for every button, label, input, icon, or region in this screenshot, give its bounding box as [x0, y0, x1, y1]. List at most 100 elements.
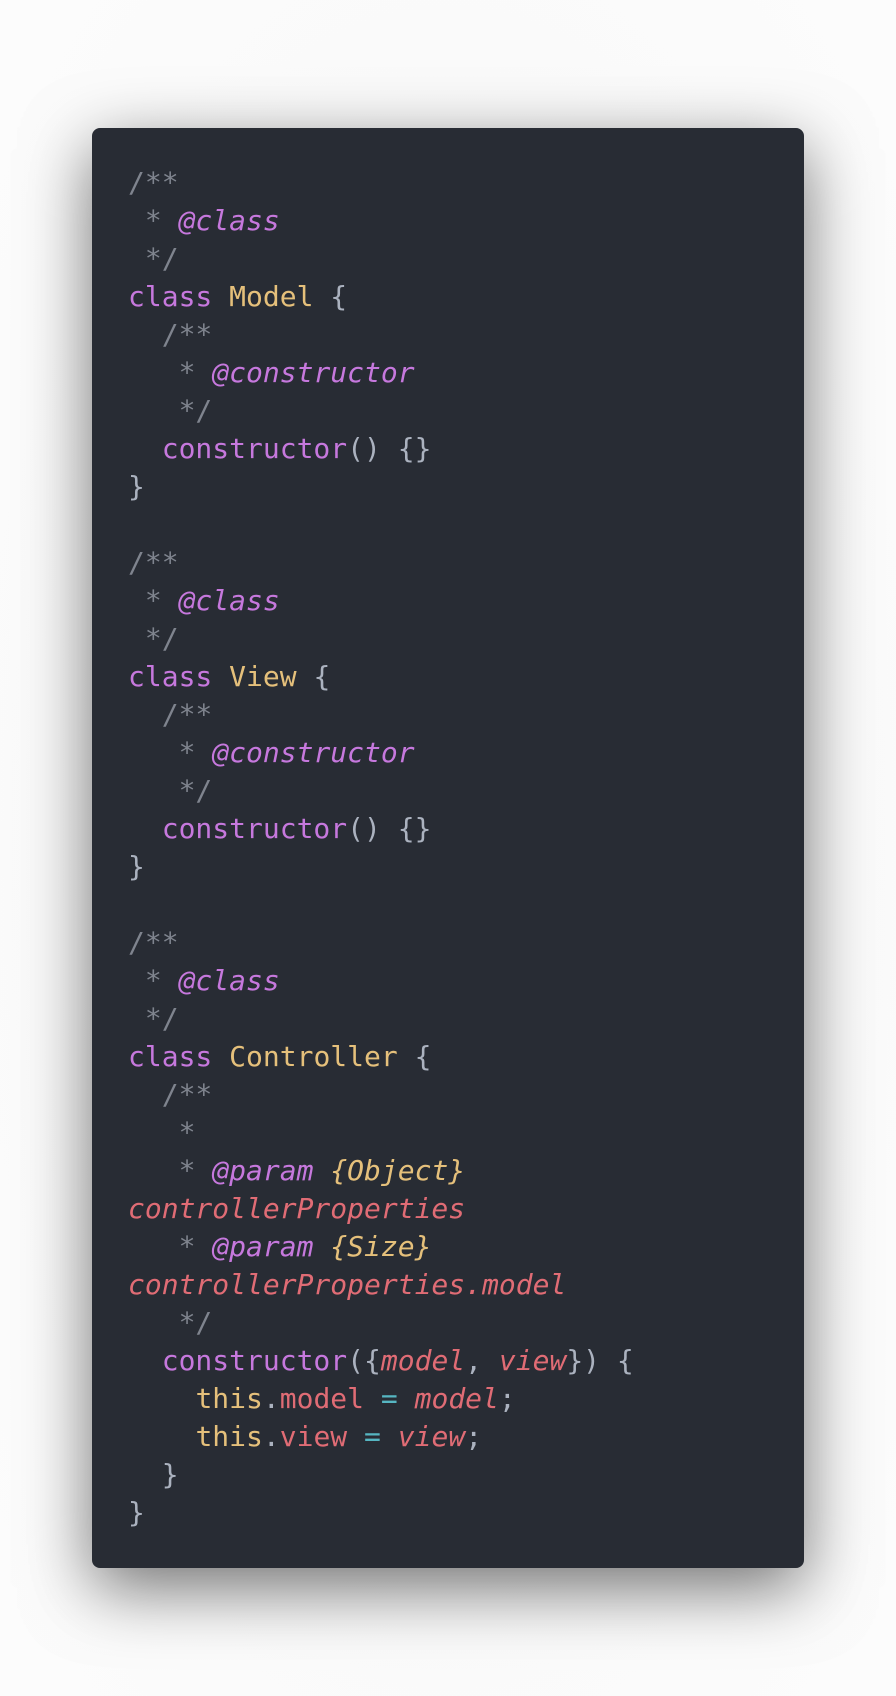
code-token-punct: } [128, 1458, 179, 1491]
code-line: /** [128, 1076, 804, 1114]
code-line: * @class [128, 962, 804, 1000]
code-token-op: = [364, 1420, 381, 1453]
code-token-keyword: class [128, 660, 213, 693]
code-token-doctag: @constructor [212, 736, 415, 769]
code-token-punct: . [262, 1420, 280, 1453]
code-line: * @param {Object} [128, 1152, 804, 1190]
code-token-comment [313, 1230, 330, 1263]
code-token-comment: * [128, 356, 213, 389]
code-token-comment: * [128, 204, 179, 237]
code-token-param: view [498, 1344, 567, 1377]
code-token-this: this [195, 1420, 263, 1453]
code-token-punct: } [128, 850, 145, 883]
code-line: /** [128, 544, 804, 582]
code-line: /** [128, 924, 804, 962]
code-token-doctag: @class [178, 584, 280, 617]
code-token-comment: /** [128, 166, 179, 199]
code-token-comment: /** [128, 318, 213, 351]
code-line: class Model { [128, 278, 804, 316]
code-token-punct: { [397, 1040, 432, 1073]
code-line: */ [128, 1000, 804, 1038]
code-line: * @class [128, 202, 804, 240]
code-token-punct: { [296, 660, 331, 693]
code-line: */ [128, 240, 804, 278]
code-token-docname: controllerProperties [128, 1192, 466, 1225]
code-line: * @param {Size} [128, 1228, 804, 1266]
code-token-comment: * [128, 1230, 213, 1263]
code-token-classname: View [229, 660, 297, 693]
code-line: */ [128, 620, 804, 658]
code-token-this: this [195, 1382, 263, 1415]
code-token-comment: */ [128, 622, 179, 655]
code-token-comment: * [128, 1154, 213, 1187]
code-token-func: constructor [161, 812, 348, 845]
code-line: * [128, 1114, 804, 1152]
code-token-func: constructor [161, 1344, 348, 1377]
code-token-comment: * [128, 964, 179, 997]
code-line: } [128, 468, 804, 506]
code-token-comment: */ [128, 394, 213, 427]
code-line: this.model = model; [128, 1380, 804, 1418]
code-line: controllerProperties.model [128, 1266, 804, 1304]
code-line: */ [128, 1304, 804, 1342]
code-token-param: model [414, 1382, 499, 1415]
code-token-keyword: class [128, 280, 213, 313]
code-line: class Controller { [128, 1038, 804, 1076]
code-token-comment: * [128, 1116, 196, 1149]
code-token-comment: * [128, 736, 213, 769]
code-token-keyword: class [128, 1040, 213, 1073]
code-token-punct: , [465, 1344, 499, 1377]
code-line: } [128, 848, 804, 886]
code-token-punct: () {} [347, 812, 432, 845]
code-line: constructor({model, view}) { [128, 1342, 804, 1380]
code-line: /** [128, 696, 804, 734]
code-line: } [128, 1494, 804, 1532]
code-token-punct: } [128, 470, 145, 503]
code-token-func: constructor [161, 432, 348, 465]
code-token-prop: model [279, 1382, 365, 1415]
code-token-doctype: {Object} [330, 1154, 466, 1187]
code-token-docname: controllerProperties.model [128, 1268, 567, 1301]
code-line: */ [128, 772, 804, 810]
code-token-doctag: @class [178, 204, 280, 237]
code-token-classname: Controller [229, 1040, 398, 1073]
code-token-punct: { [313, 280, 348, 313]
code-token-comment: /** [128, 698, 213, 731]
code-token-punct: }) { [566, 1344, 634, 1377]
code-token-param: view [397, 1420, 466, 1453]
code-snippet-window: /** * @class */class Model { /** * @cons… [92, 128, 804, 1568]
code-token-comment [313, 1154, 330, 1187]
code-token-param: model [380, 1344, 466, 1377]
code-line: * @constructor [128, 354, 804, 392]
code-block: /** * @class */class Model { /** * @cons… [128, 164, 804, 1532]
code-token-doctag: @class [178, 964, 280, 997]
code-line: * @constructor [128, 734, 804, 772]
code-token-comment: */ [128, 242, 179, 275]
code-token-op: = [380, 1382, 398, 1415]
code-line: } [128, 1456, 804, 1494]
code-line: constructor() {} [128, 810, 804, 848]
code-line: class View { [128, 658, 804, 696]
code-token-comment: /** [128, 546, 179, 579]
code-line: /** [128, 316, 804, 354]
code-token-punct: } [128, 1496, 145, 1529]
code-line: */ [128, 392, 804, 430]
code-line: constructor() {} [128, 430, 804, 468]
code-token-punct: () {} [347, 432, 432, 465]
code-line: this.view = view; [128, 1418, 804, 1456]
code-token-comment: */ [128, 1002, 179, 1035]
code-line: * @class [128, 582, 804, 620]
